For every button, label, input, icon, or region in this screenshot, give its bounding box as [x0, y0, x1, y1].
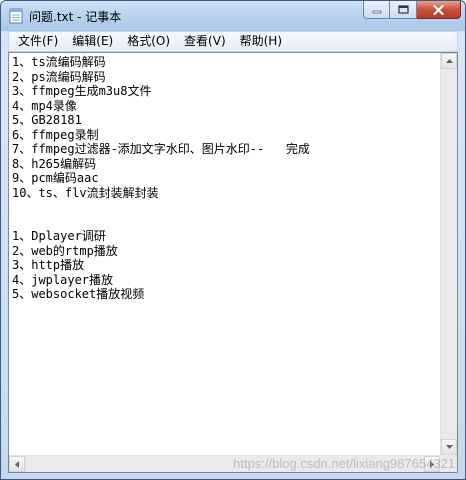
- arrow-down-icon: [445, 445, 453, 449]
- text-line: 3、ffmpeg生成m3u8文件: [12, 84, 152, 98]
- scroll-down-button[interactable]: [441, 439, 457, 455]
- text-line: 1、Dplayer调研: [12, 229, 106, 243]
- arrow-left-icon: [15, 460, 19, 468]
- text-line: [12, 200, 440, 215]
- text-line: 5、GB28181: [12, 113, 82, 127]
- text-line: 5、websocket播放视频: [12, 287, 145, 301]
- text-editor[interactable]: 1、ts流编码解码 2、ps流编码解码 3、ffmpeg生成m3u8文件 4、m…: [9, 53, 440, 455]
- menu-file[interactable]: 文件(F): [11, 32, 65, 51]
- menu-view[interactable]: 查看(V): [177, 32, 233, 51]
- menu-edit[interactable]: 编辑(E): [65, 32, 120, 51]
- text-line: 2、ps流编码解码: [12, 69, 106, 84]
- text-line: 2、web的rtmp播放: [12, 243, 118, 258]
- minimize-icon: [372, 10, 381, 13]
- caption-buttons: [363, 1, 461, 21]
- maximize-icon: [397, 5, 409, 14]
- text-line: 1、ts流编码解码: [12, 55, 106, 69]
- text-line: 4、mp4录像: [12, 98, 77, 113]
- scroll-up-button[interactable]: [441, 53, 457, 69]
- title-bar[interactable]: 问题.txt - 记事本: [1, 1, 465, 31]
- text-line: 7、ffmpeg过滤器-添加文字水印、图片水印-- 完成: [12, 142, 310, 156]
- text-line: 8、h265编解码: [12, 156, 97, 171]
- text-line: 4、jwplayer播放: [12, 272, 114, 287]
- close-button[interactable]: [417, 1, 461, 19]
- menu-bar: 文件(F) 编辑(E) 格式(O) 查看(V) 帮助(H): [8, 31, 458, 52]
- watermark-url: https://blog.csdn.net/lixiang987654321: [233, 456, 455, 471]
- text-line: 6、ffmpeg录制: [12, 127, 99, 142]
- minimize-button[interactable]: [363, 1, 390, 19]
- close-icon: [433, 4, 444, 15]
- maximize-button[interactable]: [390, 1, 417, 19]
- notepad-window: 问题.txt - 记事本 文件(F) 编辑(E) 格式(O) 查看(V) 帮助(…: [0, 0, 466, 480]
- text-line: 9、pcm编码aac: [12, 171, 99, 185]
- text-line: [12, 215, 440, 230]
- menu-help[interactable]: 帮助(H): [233, 32, 289, 51]
- vertical-scrollbar[interactable]: [440, 53, 457, 455]
- menu-format[interactable]: 格式(O): [120, 32, 177, 51]
- notepad-icon: [9, 8, 23, 24]
- text-line: 10、ts、flv流封装解封装: [12, 185, 159, 200]
- arrow-up-icon: [445, 59, 453, 63]
- scroll-left-button[interactable]: [9, 456, 25, 472]
- text-line: 3、http播放: [12, 258, 85, 272]
- editor-frame: 1、ts流编码解码 2、ps流编码解码 3、ffmpeg生成m3u8文件 4、m…: [8, 52, 458, 473]
- window-title: 问题.txt - 记事本: [29, 10, 122, 24]
